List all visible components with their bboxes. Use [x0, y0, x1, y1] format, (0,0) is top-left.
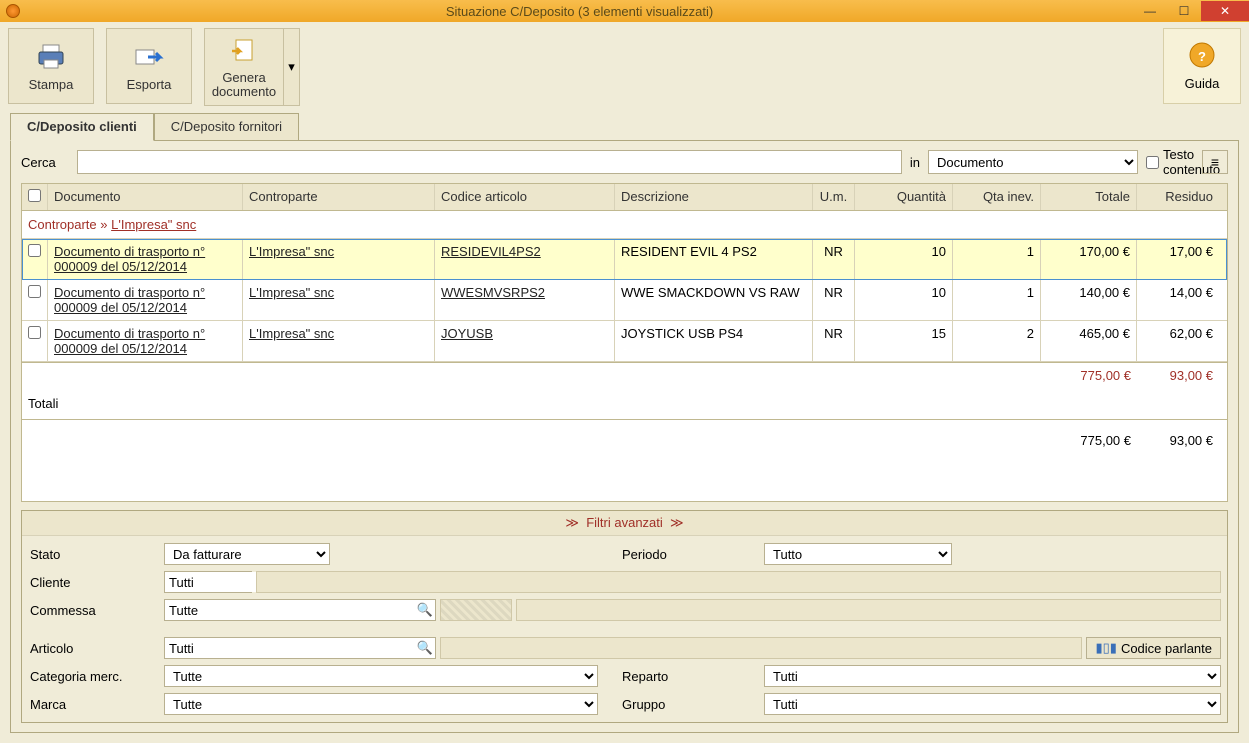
categoria-select[interactable]: Tutte [164, 665, 598, 687]
export-icon [133, 41, 165, 73]
close-button[interactable]: ✕ [1201, 1, 1249, 21]
marca-select[interactable]: Tutte [164, 693, 598, 715]
row-check[interactable] [28, 285, 41, 298]
col-quantita[interactable]: Quantità [855, 184, 953, 210]
chevron-down-icon: ≫ [670, 515, 684, 530]
select-all-check[interactable] [28, 189, 41, 202]
group-link[interactable]: L'Impresa" snc [111, 217, 196, 232]
tabs: C/Deposito clienti C/Deposito fornitori [10, 112, 1239, 140]
col-documento[interactable]: Documento [48, 184, 243, 210]
cliente-display [256, 571, 1221, 593]
reparto-select[interactable]: Tutti [764, 665, 1221, 687]
export-label: Esporta [127, 77, 172, 92]
printer-icon [35, 41, 67, 73]
window-title: Situazione C/Deposito (3 elementi visual… [26, 4, 1133, 19]
marca-label: Marca [28, 697, 164, 712]
help-label: Guida [1185, 76, 1220, 91]
tab-fornitori[interactable]: C/Deposito fornitori [154, 113, 299, 141]
maximize-button[interactable]: ☐ [1167, 1, 1201, 21]
grid-header: Documento Controparte Codice articolo De… [22, 184, 1227, 211]
stato-label: Stato [28, 547, 164, 562]
col-qtainev[interactable]: Qta inev. [953, 184, 1041, 210]
generate-doc-label: Genera documento [205, 71, 283, 100]
group-row: Controparte » L'Impresa" snc [22, 211, 1227, 239]
art-link[interactable]: JOYUSB [441, 326, 493, 341]
chevron-down-icon: ≫ [565, 515, 579, 530]
col-um[interactable]: U.m. [813, 184, 855, 210]
search-menu-button[interactable]: ≡ [1202, 150, 1228, 174]
stato-select[interactable]: Da fatturare [164, 543, 330, 565]
table-row[interactable]: Documento di trasporto n° 000009 del 05/… [22, 321, 1227, 362]
row-check[interactable] [28, 244, 41, 257]
tab-panel: Cerca in Documento Testo contenuto ≡ Doc… [10, 140, 1239, 733]
gruppo-select[interactable]: Tutti [764, 693, 1221, 715]
generate-doc-dropdown[interactable]: ▾ [283, 29, 299, 105]
periodo-select[interactable]: Tutto [764, 543, 952, 565]
periodo-label: Periodo [622, 547, 764, 562]
filters-toggle[interactable]: ≫ Filtri avanzati ≫ [22, 511, 1227, 536]
tab-clienti[interactable]: C/Deposito clienti [10, 113, 154, 141]
articolo-display [440, 637, 1082, 659]
categoria-label: Categoria merc. [28, 669, 164, 684]
cliente-label: Cliente [28, 575, 164, 590]
col-descrizione[interactable]: Descrizione [615, 184, 813, 210]
minimize-button[interactable]: — [1133, 1, 1167, 21]
help-icon: ? [1188, 41, 1216, 72]
col-residuo[interactable]: Residuo [1137, 184, 1219, 210]
art-link[interactable]: WWESMVSRPS2 [441, 285, 545, 300]
ctp-link[interactable]: L'Impresa" snc [249, 326, 334, 341]
art-link[interactable]: RESIDEVIL4PS2 [441, 244, 541, 259]
print-label: Stampa [29, 77, 74, 92]
ctp-link[interactable]: L'Impresa" snc [249, 244, 334, 259]
search-icon[interactable]: 🔍 [415, 602, 435, 618]
col-totale[interactable]: Totale [1041, 184, 1137, 210]
commessa-lookup[interactable]: 🔍 [164, 599, 436, 621]
search-in-label: in [910, 155, 920, 170]
ctp-link[interactable]: L'Impresa" snc [249, 285, 334, 300]
doc-link[interactable]: Documento di trasporto n° 000009 del 05/… [54, 326, 205, 356]
search-input[interactable] [77, 150, 902, 174]
export-button[interactable]: Esporta [106, 28, 192, 104]
search-label: Cerca [21, 155, 69, 170]
commessa-display [516, 599, 1221, 621]
barcode-icon: ▮▯▮ [1095, 640, 1116, 656]
col-codice[interactable]: Codice articolo [435, 184, 615, 210]
help-button[interactable]: ? Guida [1163, 28, 1241, 104]
articolo-lookup[interactable]: 🔍 [164, 637, 436, 659]
gruppo-label: Gruppo [622, 697, 764, 712]
search-icon[interactable]: 🔍 [415, 640, 435, 656]
search-field-select[interactable]: Documento [928, 150, 1138, 174]
row-check[interactable] [28, 326, 41, 339]
app-window: Situazione C/Deposito (3 elementi visual… [0, 0, 1249, 743]
totali-label: Totali [22, 388, 1227, 419]
reparto-label: Reparto [622, 669, 764, 684]
commessa-disabled [440, 599, 512, 621]
commessa-label: Commessa [28, 603, 164, 618]
col-controparte[interactable]: Controparte [243, 184, 435, 210]
toolbar: Stampa Esporta Genera documento ▾ ? Guid… [0, 22, 1249, 112]
advanced-filters: ≫ Filtri avanzati ≫ Stato Da fatturare P… [21, 510, 1228, 723]
document-icon [228, 35, 260, 67]
search-row: Cerca in Documento Testo contenuto ≡ [21, 147, 1228, 177]
total-row: 775,00 € 93,00 € [22, 420, 1227, 461]
doc-link[interactable]: Documento di trasporto n° 000009 del 05/… [54, 285, 205, 315]
table-row[interactable]: Documento di trasporto n° 000009 del 05/… [22, 280, 1227, 321]
articolo-label: Articolo [28, 641, 164, 656]
table-row[interactable]: Documento di trasporto n° 000009 del 05/… [22, 239, 1227, 280]
results-grid: Documento Controparte Codice articolo De… [21, 183, 1228, 502]
titlebar: Situazione C/Deposito (3 elementi visual… [0, 0, 1249, 22]
print-button[interactable]: Stampa [8, 28, 94, 104]
codice-parlante-button[interactable]: ▮▯▮Codice parlante [1086, 637, 1221, 659]
svg-text:?: ? [1198, 49, 1206, 64]
subtotal-row: 775,00 € 93,00 € [22, 362, 1227, 388]
app-icon [6, 4, 20, 18]
generate-doc-button[interactable]: Genera documento [205, 29, 283, 105]
doc-link[interactable]: Documento di trasporto n° 000009 del 05/… [54, 244, 205, 274]
cliente-lookup[interactable]: 🔍 [164, 571, 252, 593]
testo-contenuto-check[interactable]: Testo contenuto [1146, 147, 1194, 177]
